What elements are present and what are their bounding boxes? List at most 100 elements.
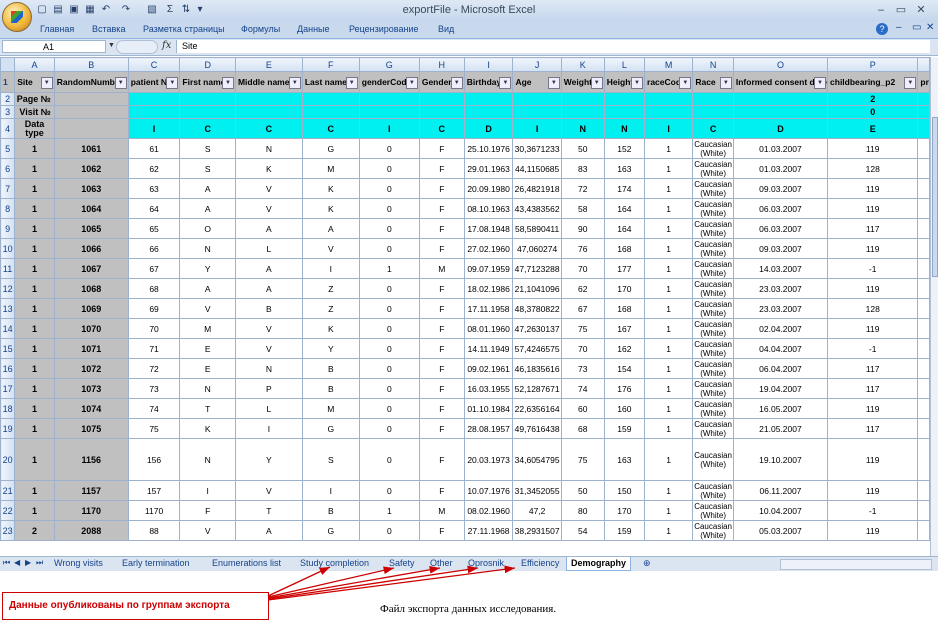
data-cell[interactable]: 160 — [603, 398, 646, 419]
field-header-cell[interactable]: Gender ▼ — [418, 71, 465, 93]
data-cell[interactable]: V — [234, 480, 303, 501]
data-cell[interactable]: 70 — [560, 338, 605, 359]
data-cell[interactable]: 46,1835616 — [512, 358, 562, 379]
data-cell[interactable]: M — [179, 318, 236, 339]
data-cell[interactable]: 68 — [127, 278, 181, 299]
sheet-tab-early-termination[interactable]: Early termination — [122, 557, 190, 570]
data-cell[interactable]: 168 — [603, 298, 646, 319]
data-cell[interactable] — [917, 358, 930, 379]
worksheet-grid[interactable]: ABCDEFGHIJKLMNOP 1 Site ▼ RandomNumbe ▼ patie… — [0, 57, 930, 556]
ribbon-restore-icon[interactable]: ▭ — [912, 22, 921, 33]
row-header-13[interactable]: 13 — [0, 298, 16, 319]
field-header-cell[interactable]: pr — [917, 71, 930, 93]
data-cell[interactable]: 0 — [358, 298, 420, 319]
data-cell[interactable]: 119 — [827, 138, 919, 159]
data-cell[interactable]: 20.03.1973 — [463, 438, 514, 481]
meta-cyan-cell[interactable] — [732, 92, 829, 106]
data-cell[interactable]: 21,1041096 — [512, 278, 562, 299]
data-cell[interactable]: 1170 — [53, 500, 129, 521]
column-header-N[interactable]: N — [692, 57, 734, 72]
data-cell[interactable]: 05.03.2007 — [732, 520, 829, 541]
meta-cyan-cell[interactable] — [463, 92, 514, 106]
data-cell[interactable]: 0 — [358, 438, 420, 481]
tab-insert[interactable]: Вставка — [92, 24, 125, 34]
data-cell[interactable]: 1072 — [53, 358, 129, 379]
data-cell[interactable]: 71 — [127, 338, 181, 359]
meta-cyan-cell[interactable] — [418, 92, 465, 106]
data-cell[interactable]: 75 — [560, 438, 605, 481]
data-cell[interactable]: 62 — [560, 278, 605, 299]
data-cell[interactable]: M — [418, 258, 465, 279]
data-cell[interactable]: 09.03.2007 — [732, 178, 829, 199]
data-cell[interactable]: 1 — [14, 138, 55, 159]
meta-cyan-cell[interactable] — [358, 105, 420, 119]
column-header-K[interactable]: K — [560, 57, 605, 72]
data-cell[interactable]: 1074 — [53, 398, 129, 419]
data-cell[interactable] — [917, 238, 930, 259]
data-cell[interactable]: T — [234, 500, 303, 521]
data-cell[interactable]: 70 — [560, 258, 605, 279]
data-cell[interactable] — [917, 338, 930, 359]
data-cell[interactable]: 1 — [644, 378, 694, 399]
data-cell[interactable]: Caucasian (White) — [692, 378, 734, 399]
data-cell[interactable]: 01.03.2007 — [732, 158, 829, 179]
data-cell[interactable]: 0 — [358, 398, 420, 419]
data-cell[interactable]: 09.03.2007 — [732, 238, 829, 259]
data-cell[interactable]: F — [418, 378, 465, 399]
tab-home[interactable]: Главная — [40, 24, 74, 34]
field-header-cell[interactable]: Site ▼ — [14, 71, 55, 93]
data-cell[interactable]: B — [301, 500, 360, 521]
field-header-cell[interactable]: Height ▼ — [603, 71, 646, 93]
data-cell[interactable]: 16.03.1955 — [463, 378, 514, 399]
data-cell[interactable]: 73 — [560, 358, 605, 379]
meta-page-value-cell[interactable]: 2 — [827, 92, 919, 106]
data-cell[interactable]: 170 — [603, 278, 646, 299]
data-cell[interactable]: F — [418, 338, 465, 359]
data-cell[interactable]: 1071 — [53, 338, 129, 359]
data-cell[interactable]: A — [179, 198, 236, 219]
data-cell[interactable]: -1 — [827, 258, 919, 279]
data-cell[interactable]: 47,2 — [512, 500, 562, 521]
meta-grey-cell[interactable] — [53, 92, 129, 106]
data-cell[interactable]: 1 — [14, 378, 55, 399]
data-cell[interactable]: Caucasian (White) — [692, 500, 734, 521]
sheet-tab-demography[interactable]: Demography — [566, 557, 632, 571]
data-cell[interactable]: 152 — [603, 138, 646, 159]
data-cell[interactable]: Y — [234, 438, 303, 481]
data-cell[interactable]: 60 — [560, 398, 605, 419]
data-cell[interactable]: F — [418, 318, 465, 339]
data-cell[interactable]: 27.11.1968 — [463, 520, 514, 541]
data-cell[interactable]: F — [418, 398, 465, 419]
meta-grey-cell[interactable] — [53, 105, 129, 119]
data-cell[interactable]: 1 — [14, 418, 55, 439]
field-header-cell[interactable]: RandomNumbe ▼ — [53, 71, 129, 93]
data-cell[interactable]: B — [301, 378, 360, 399]
data-cell[interactable] — [917, 378, 930, 399]
data-cell[interactable]: V — [234, 318, 303, 339]
column-header-H[interactable]: H — [418, 57, 465, 72]
meta-cyan-cell[interactable] — [644, 105, 694, 119]
data-cell[interactable]: 62 — [127, 158, 181, 179]
data-cell[interactable]: 1 — [644, 198, 694, 219]
data-cell[interactable]: F — [418, 158, 465, 179]
data-cell[interactable]: 31,3452055 — [512, 480, 562, 501]
data-cell[interactable]: 64 — [127, 198, 181, 219]
data-cell[interactable]: 08.10.1963 — [463, 198, 514, 219]
row-header-10[interactable]: 10 — [0, 238, 16, 259]
data-cell[interactable]: V — [179, 298, 236, 319]
data-cell[interactable]: 22,6356164 — [512, 398, 562, 419]
tab-data[interactable]: Данные — [297, 24, 330, 34]
data-cell[interactable]: 1 — [644, 338, 694, 359]
data-cell[interactable]: 1 — [14, 480, 55, 501]
data-cell[interactable]: 90 — [560, 218, 605, 239]
data-cell[interactable]: 09.07.1959 — [463, 258, 514, 279]
data-cell[interactable]: F — [418, 238, 465, 259]
data-cell[interactable]: F — [179, 500, 236, 521]
data-cell[interactable]: 1067 — [53, 258, 129, 279]
data-cell[interactable]: 50 — [560, 480, 605, 501]
name-box[interactable]: A1 — [2, 40, 106, 53]
meta-cyan-cell[interactable] — [418, 105, 465, 119]
data-cell[interactable]: 159 — [603, 418, 646, 439]
row-header-22[interactable]: 22 — [0, 500, 16, 521]
data-type-cell[interactable]: I — [512, 118, 562, 139]
